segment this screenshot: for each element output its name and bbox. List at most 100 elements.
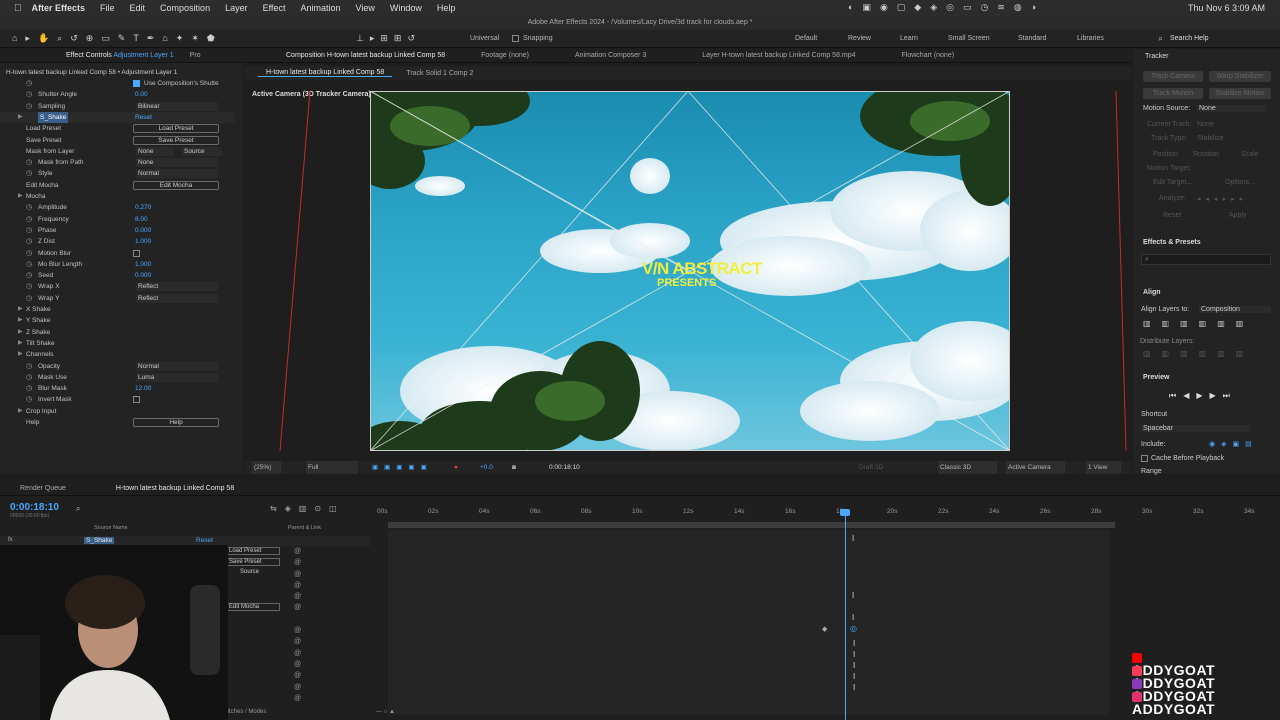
- axis-icons[interactable]: ⊥▸⊞⊞↺: [356, 33, 421, 44]
- effect-row[interactable]: Invert Mask ◷: [0, 394, 235, 405]
- sub-row-edit-mocha[interactable]: Edit Mocha: [226, 603, 280, 611]
- camera-dropdown[interactable]: Active Camera: [1006, 461, 1065, 474]
- motion-source-dropdown[interactable]: None: [1197, 105, 1267, 112]
- effect-row[interactable]: Mask Use ◷ Luma: [0, 372, 235, 383]
- renderer-dropdown[interactable]: Classic 3D: [938, 461, 998, 474]
- tool-icons[interactable]: ⌂▸✋⌕↺⊕▭✎T✒⌂✦✶⬟: [12, 33, 223, 44]
- effect-row[interactable]: Tilt Shake ▶: [0, 338, 235, 349]
- work-area-bar[interactable]: [388, 522, 1115, 528]
- edit-target-button[interactable]: Edit Target...: [1153, 179, 1192, 186]
- effect-row[interactable]: Z Dist ◷ 1.000: [0, 236, 235, 247]
- effect-row[interactable]: Load Preset Load Preset: [0, 123, 235, 134]
- effect-row[interactable]: Mocha ▶: [0, 191, 235, 202]
- tab-flowchart[interactable]: Flowchart (none): [894, 52, 963, 59]
- time-ruler[interactable]: 00s02s04s06s08s10s12s14s16s18s20s22s24s2…: [375, 508, 1275, 520]
- apply-button[interactable]: Apply: [1229, 212, 1247, 219]
- effect-row[interactable]: Sampling ◷ Bilinear: [0, 101, 235, 112]
- disclosure-triangle-icon[interactable]: ▶: [18, 315, 23, 326]
- effect-row-value[interactable]: 0.00: [135, 89, 148, 100]
- sub-row-save-preset[interactable]: Save Preset: [226, 558, 280, 566]
- menu-view[interactable]: View: [355, 3, 374, 13]
- effect-row[interactable]: Mo Blur Length ◷ 1.000: [0, 259, 235, 270]
- effect-row[interactable]: Crop Input ▶: [0, 406, 235, 417]
- effect-row[interactable]: Wrap Y ◷ Reflect: [0, 293, 235, 304]
- snapshot-icon[interactable]: ◙: [512, 461, 516, 474]
- effect-row[interactable]: Blur Mask ◷ 12.00: [0, 383, 235, 394]
- workspace-review[interactable]: Review: [848, 35, 871, 42]
- menu-file[interactable]: File: [100, 3, 115, 13]
- effect-row[interactable]: Mask from Path ◷ None: [0, 157, 235, 168]
- timeline-search-icon[interactable]: ⌕: [76, 504, 80, 514]
- effect-row-dropdown[interactable]: Luma: [136, 372, 218, 382]
- effect-row[interactable]: Shutter Angle ◷ 0.00: [0, 89, 235, 100]
- search-help-input[interactable]: Search Help: [1170, 35, 1209, 42]
- stopwatch-icon[interactable]: ◷: [26, 214, 32, 225]
- tab-composition[interactable]: Composition H-town latest backup Linked …: [244, 52, 453, 59]
- effect-row[interactable]: Use Composition's Shutte ◷: [0, 78, 235, 89]
- effect-row-dropdown[interactable]: Reflect: [136, 282, 218, 292]
- tab-render-queue[interactable]: Render Queue: [12, 485, 74, 492]
- stopwatch-icon[interactable]: ◷: [26, 281, 32, 292]
- tab-footage[interactable]: Footage (none): [473, 52, 537, 59]
- effects-search-input[interactable]: ⌕: [1141, 254, 1271, 265]
- stopwatch-icon[interactable]: ◷: [26, 259, 32, 270]
- stopwatch-icon[interactable]: ◷: [26, 236, 32, 247]
- align-icons[interactable]: ▥▥▥▥▥▥: [1143, 319, 1254, 328]
- stopwatch-icon[interactable]: ◷: [26, 372, 32, 383]
- keyframe-marker[interactable]: I: [852, 591, 854, 600]
- workspace-small-screen[interactable]: Small Screen: [948, 35, 990, 42]
- effect-row[interactable]: Opacity ◷ Normal: [0, 361, 235, 372]
- effect-row-dropdown[interactable]: Source: [182, 146, 222, 156]
- timeline-tool-icons[interactable]: ⇆◈▥⊙◫: [270, 504, 345, 513]
- exposure-value[interactable]: +0.0: [480, 461, 493, 474]
- track-motion-button[interactable]: Track Motion: [1143, 88, 1203, 99]
- scale-check[interactable]: Scale: [1241, 151, 1259, 158]
- tab-layer[interactable]: Layer H-town latest backup Linked Comp 5…: [694, 52, 863, 59]
- disclosure-triangle-icon[interactable]: ▶: [18, 112, 23, 123]
- effect-row[interactable]: Z Shake ▶: [0, 327, 235, 338]
- effect-row[interactable]: Edit Mocha Edit Mocha: [0, 180, 235, 191]
- workspace-learn[interactable]: Learn: [900, 35, 918, 42]
- effect-row-dropdown[interactable]: None: [136, 158, 218, 168]
- stopwatch-icon[interactable]: ◷: [26, 383, 32, 394]
- effect-row-dropdown[interactable]: Normal: [136, 169, 218, 179]
- sub-row-source[interactable]: Source: [240, 569, 259, 575]
- tab-comp58-timeline[interactable]: H-town latest backup Linked Comp 58: [108, 485, 242, 492]
- disclosure-triangle-icon[interactable]: ▶: [18, 191, 23, 202]
- playback-controls[interactable]: ⏮◀▶▶⏭: [1169, 391, 1237, 401]
- effect-row-dropdown[interactable]: Bilinear: [136, 101, 218, 111]
- menu-composition[interactable]: Composition: [160, 3, 210, 13]
- tab-project[interactable]: Pro: [182, 52, 209, 59]
- effect-row[interactable]: Amplitude ◷ 0.270: [0, 202, 235, 213]
- stopwatch-icon[interactable]: ◷: [26, 248, 32, 259]
- workspace-standard[interactable]: Standard: [1018, 35, 1046, 42]
- shortcut-dropdown[interactable]: Spacebar: [1141, 425, 1251, 432]
- workspace-libraries[interactable]: Libraries: [1077, 35, 1104, 42]
- zoom-slider[interactable]: — ○ ▲: [376, 709, 440, 715]
- warp-stabilizer-button[interactable]: Warp Stabilizer: [1209, 71, 1271, 82]
- effect-row-dropdown[interactable]: Normal: [136, 361, 218, 371]
- effect-row[interactable]: S_Shake ▶ Reset: [0, 111, 235, 123]
- menu-help[interactable]: Help: [437, 3, 456, 13]
- effect-row-value[interactable]: 0.270: [135, 202, 151, 213]
- apple-icon[interactable]: : [14, 3, 22, 14]
- effect-row-value[interactable]: 1.000: [135, 259, 151, 270]
- reset-button[interactable]: Reset: [1163, 212, 1181, 219]
- stopwatch-icon[interactable]: ◷: [26, 202, 32, 213]
- clock[interactable]: Thu Nov 6 3:09 AM: [1188, 3, 1265, 13]
- track-camera-button[interactable]: Track Camera: [1143, 71, 1203, 82]
- disclosure-triangle-icon[interactable]: ▶: [18, 406, 23, 417]
- search-icon[interactable]: ⌕: [1158, 33, 1163, 44]
- effect-row-button[interactable]: Save Preset: [133, 135, 219, 145]
- effect-row[interactable]: Help Help: [0, 417, 235, 428]
- effect-row-value[interactable]: Reset: [135, 112, 152, 123]
- disclosure-triangle-icon[interactable]: ▶: [18, 304, 23, 315]
- effect-row-value[interactable]: 0.000: [135, 225, 151, 236]
- effect-row-value[interactable]: 1.000: [135, 236, 151, 247]
- rotation-check[interactable]: Rotation: [1193, 151, 1219, 158]
- stopwatch-icon[interactable]: ◷: [26, 157, 32, 168]
- universal-label[interactable]: Universal: [470, 35, 499, 42]
- menu-layer[interactable]: Layer: [225, 3, 248, 13]
- options-button[interactable]: Options...: [1225, 179, 1255, 186]
- link-icons[interactable]: @ @ @ @ @ @ @ @ @ @ @ @ @: [294, 546, 304, 704]
